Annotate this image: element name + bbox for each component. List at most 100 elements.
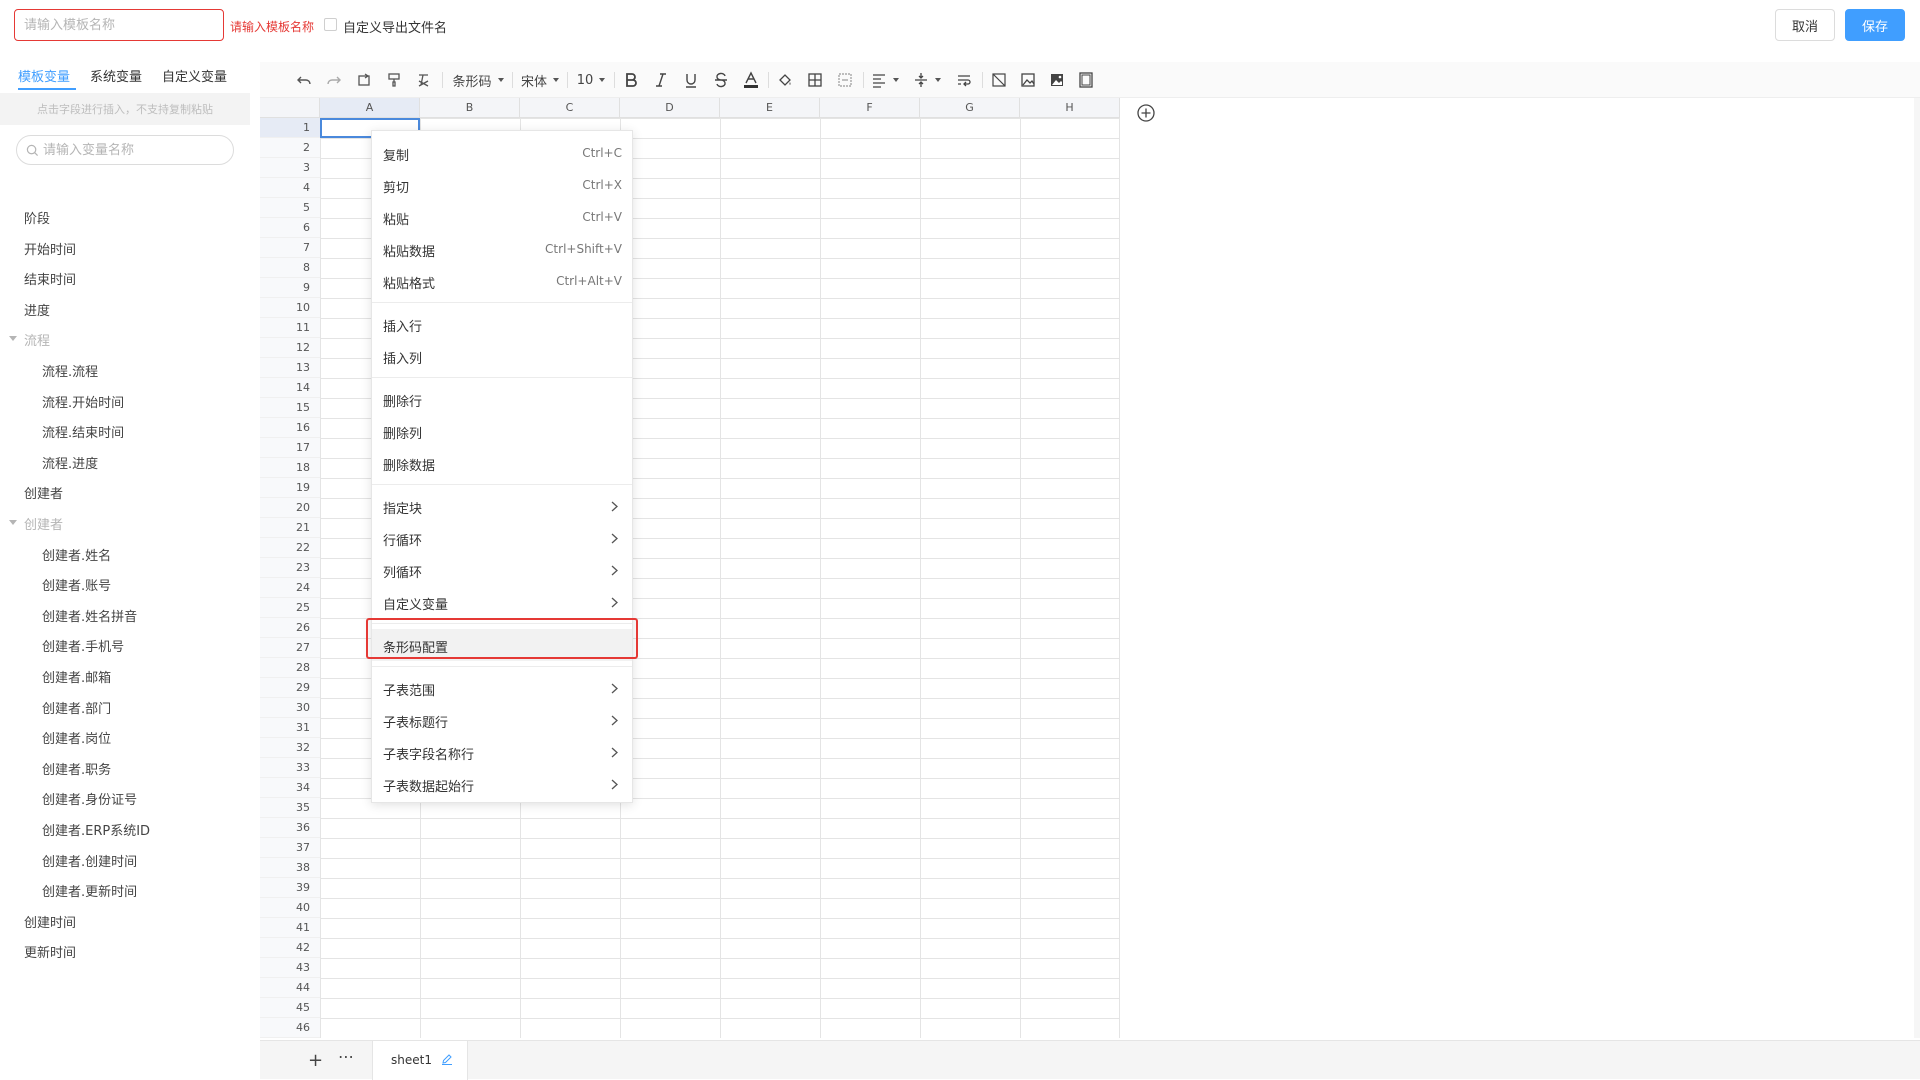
variable-search-input[interactable] [43,140,228,160]
variable-item[interactable]: 流程.开始时间 [42,392,124,411]
tab-template-variables[interactable]: 模板变量 [18,66,70,85]
edit-icon[interactable] [441,1053,453,1065]
row-header[interactable]: 6 [260,218,320,238]
text-wrap-button[interactable] [953,69,975,91]
variable-item[interactable]: 创建者.账号 [42,575,111,594]
row-header[interactable]: 5 [260,198,320,218]
variable-item[interactable]: 创建者.ERP系统ID [42,820,150,839]
underline-button[interactable] [680,69,702,91]
row-header[interactable]: 4 [260,178,320,198]
variable-item[interactable]: 开始时间 [24,239,76,258]
row-header[interactable]: 35 [260,798,320,818]
variable-search[interactable] [16,135,234,165]
custom-filename-label[interactable]: 自定义导出文件名 [343,17,447,36]
menu-item[interactable]: 粘贴格式 Ctrl+Alt+V [372,265,632,297]
menu-item[interactable]: 列循环 [372,554,632,586]
menu-item[interactable]: 粘贴数据 Ctrl+Shift+V [372,233,632,265]
row-header[interactable]: 34 [260,778,320,798]
row-header[interactable]: 46 [260,1018,320,1038]
variable-item[interactable]: 更新时间 [24,942,76,961]
tab-system-variables[interactable]: 系统变量 [90,66,142,85]
menu-item[interactable]: 行循环 [372,522,632,554]
template-name-input[interactable] [14,9,224,41]
variable-item[interactable]: 创建时间 [24,912,76,931]
menu-item[interactable]: 子表范围 [372,672,632,704]
add-sheet-button[interactable]: + [308,1050,323,1071]
repeat-button[interactable] [353,69,375,91]
variable-item[interactable]: 创建者.部门 [42,698,111,717]
row-header[interactable]: 13 [260,358,320,378]
column-header[interactable]: E [720,98,820,118]
variable-item[interactable]: 创建者.创建时间 [42,851,137,870]
menu-item[interactable]: 插入行 [372,308,632,340]
menu-item[interactable]: 复制 Ctrl+C [372,137,632,169]
font-color-button[interactable] [740,69,762,91]
float-image-button[interactable] [1046,69,1068,91]
variable-item[interactable]: 阶段 [24,208,50,227]
row-header[interactable]: 20 [260,498,320,518]
row-header[interactable]: 38 [260,858,320,878]
italic-button[interactable] [650,69,672,91]
variable-item[interactable]: 创建者 [24,483,63,502]
row-header[interactable]: 10 [260,298,320,318]
clear-format-button[interactable] [413,69,435,91]
row-header[interactable]: 39 [260,878,320,898]
custom-filename-checkbox[interactable] [324,18,337,31]
variable-item[interactable]: 进度 [24,300,50,319]
row-header[interactable]: 2 [260,138,320,158]
variable-item[interactable]: 创建者.姓名 [42,545,111,564]
column-header[interactable]: H [1020,98,1120,118]
row-header[interactable]: 21 [260,518,320,538]
row-header[interactable]: 41 [260,918,320,938]
variable-item[interactable]: 结束时间 [24,269,76,288]
menu-item[interactable]: 子表字段名称行 [372,736,632,768]
variable-item[interactable]: 创建者.姓名拼音 [42,606,137,625]
row-header[interactable]: 11 [260,318,320,338]
row-header[interactable]: 12 [260,338,320,358]
variable-item[interactable]: 流程.流程 [42,361,98,380]
variable-item[interactable]: 创建者.身份证号 [42,789,137,808]
row-header[interactable]: 14 [260,378,320,398]
menu-item[interactable]: 子表数据起始行 [372,768,632,800]
horizontal-align-dropdown[interactable] [869,69,901,91]
row-header[interactable]: 42 [260,938,320,958]
row-header[interactable]: 27 [260,638,320,658]
row-header[interactable]: 40 [260,898,320,918]
variable-item[interactable]: 流程.进度 [42,453,98,472]
merge-cells-button[interactable] [834,69,856,91]
chevron-down-icon[interactable] [9,336,17,342]
diagonal-border-button[interactable] [988,69,1010,91]
variable-item[interactable]: 创建者.邮箱 [42,667,111,686]
more-sheets-button[interactable]: ⋯ [338,1047,355,1066]
menu-item[interactable]: 指定块 [372,490,632,522]
variable-group[interactable]: 创建者 [24,514,63,533]
variable-item[interactable]: 创建者.职务 [42,759,111,778]
add-column-icon[interactable] [1136,103,1156,123]
row-header[interactable]: 7 [260,238,320,258]
format-painter-button[interactable] [383,69,405,91]
menu-item[interactable]: 删除列 [372,415,632,447]
row-header[interactable]: 28 [260,658,320,678]
row-header[interactable]: 36 [260,818,320,838]
row-header[interactable]: 16 [260,418,320,438]
row-header[interactable]: 26 [260,618,320,638]
vertical-scrollbar[interactable] [1914,98,1920,1038]
row-header[interactable]: 29 [260,678,320,698]
variable-item[interactable]: 创建者.岗位 [42,728,111,747]
menu-item[interactable]: 自定义变量 [372,586,632,618]
sheet-tab[interactable]: sheet1 [372,1041,468,1080]
chevron-down-icon[interactable] [9,520,17,525]
variable-item[interactable]: 创建者.手机号 [42,636,124,655]
font-size-dropdown[interactable]: 10 [573,69,609,91]
row-header[interactable]: 1 [260,118,320,138]
menu-item[interactable]: 粘贴 Ctrl+V [372,201,632,233]
row-header[interactable]: 37 [260,838,320,858]
menu-item[interactable]: 剪切 Ctrl+X [372,169,632,201]
column-header[interactable]: C [520,98,620,118]
menu-item[interactable]: 删除行 [372,383,632,415]
row-header[interactable]: 24 [260,578,320,598]
insert-image-button[interactable] [1017,69,1039,91]
row-header[interactable]: 3 [260,158,320,178]
row-header[interactable]: 33 [260,758,320,778]
column-header[interactable]: D [620,98,720,118]
